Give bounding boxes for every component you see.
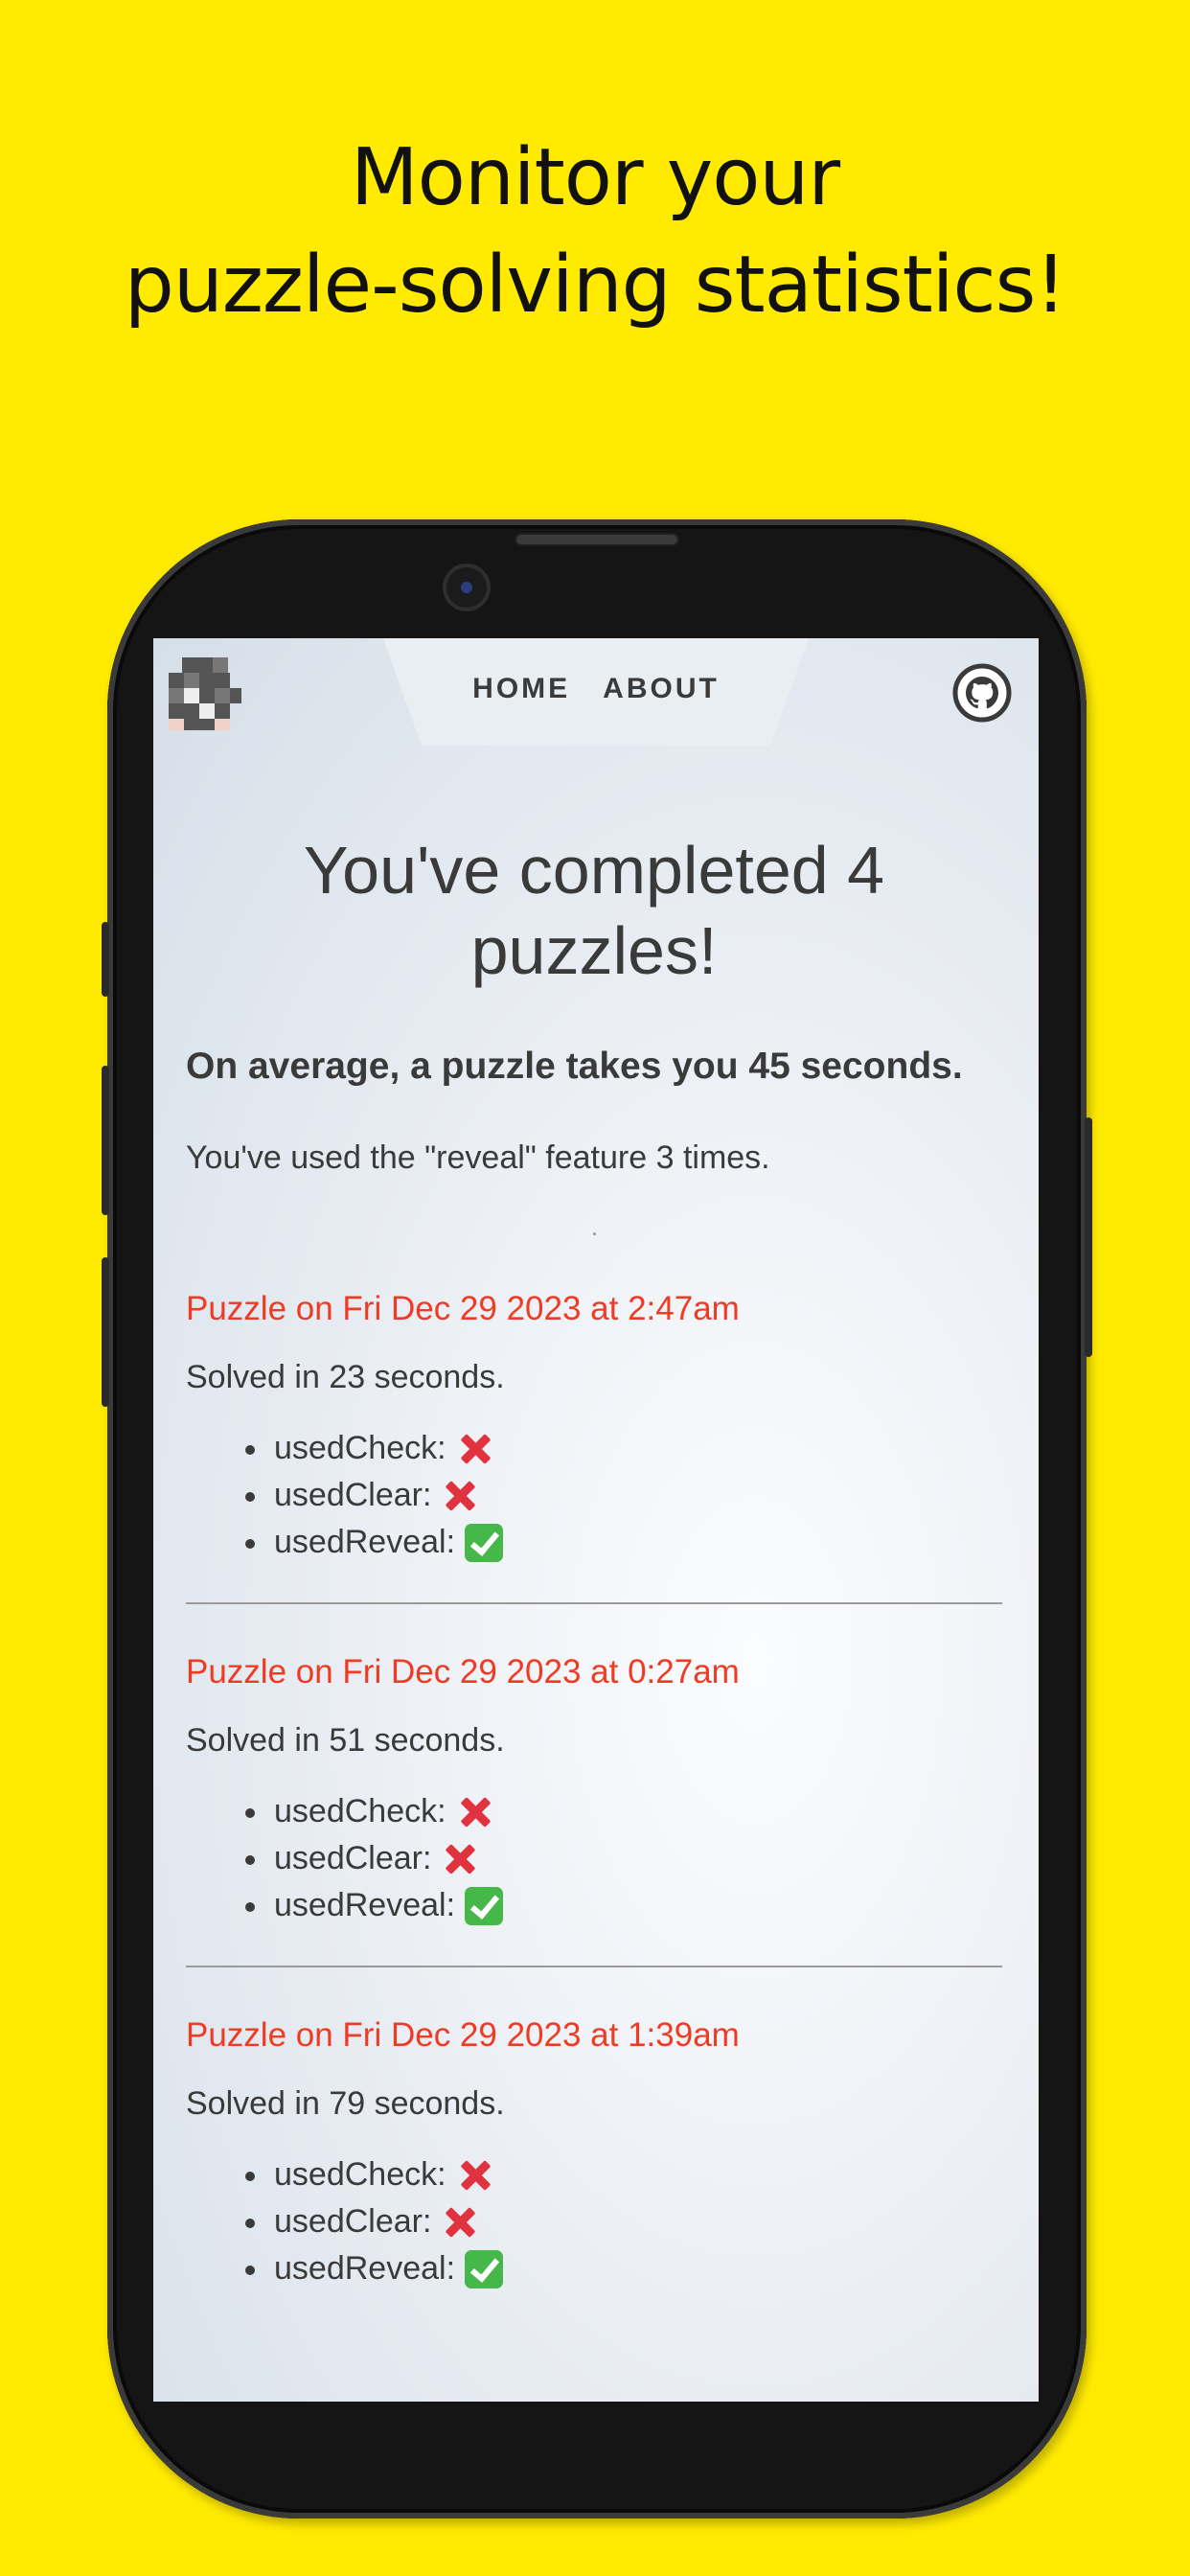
main-nav: HOME ABOUT	[383, 638, 809, 746]
puzzle-solve-time: Solved in 79 seconds.	[186, 2085, 505, 2122]
completed-puzzles-heading: You've completed 4 puzzles!	[186, 830, 1002, 991]
puzzle-history-list: Puzzle on Fri Dec 29 2023 at 2:47am Solv…	[186, 1235, 1002, 2292]
promo-heading: Monitor your puzzle-solving statistics!	[0, 125, 1190, 339]
flag-label: usedReveal:	[274, 1887, 456, 1923]
cross-mark-icon	[456, 1430, 494, 1468]
reveal-usage-text: You've used the "reveal" feature 3 times…	[186, 1139, 770, 1176]
cross-mark-icon	[441, 1840, 479, 1878]
check-mark-icon	[465, 1886, 504, 1925]
flag-item: usedCheck:	[245, 2151, 1002, 2198]
average-time-text: On average, a puzzle takes you 45 second…	[186, 1046, 963, 1087]
cross-mark-icon	[456, 2156, 494, 2195]
flag-item: usedClear:	[245, 1472, 1002, 1519]
promo-heading-line-2: puzzle-solving statistics!	[124, 240, 1066, 331]
puzzle-solve-time: Solved in 23 seconds.	[186, 1359, 505, 1395]
puzzle-flag-list: usedCheck: usedClear: usedReveal:	[186, 1788, 1002, 1929]
nav-about-link[interactable]: ABOUT	[603, 673, 720, 705]
puzzle-title: Puzzle on Fri Dec 29 2023 at 1:39am	[186, 2016, 740, 2054]
phone-mute-switch	[102, 922, 109, 997]
flag-label: usedCheck:	[274, 1793, 446, 1829]
puzzle-title: Puzzle on Fri Dec 29 2023 at 0:27am	[186, 1653, 740, 1690]
flag-label: usedReveal:	[274, 2250, 456, 2287]
crossword-grid-logo-icon[interactable]	[169, 657, 241, 730]
app-screen: HOME ABOUT You've completed 4 puzzles! O…	[153, 638, 1039, 2402]
flag-label: usedClear:	[274, 1477, 432, 1513]
flag-label: usedCheck:	[274, 1430, 446, 1466]
flag-item: usedReveal:	[245, 1882, 1002, 1929]
promo-heading-line-1: Monitor your	[350, 132, 840, 223]
flag-label: usedClear:	[274, 1840, 432, 1876]
puzzle-title: Puzzle on Fri Dec 29 2023 at 2:47am	[186, 1290, 740, 1327]
puzzle-entry: Puzzle on Fri Dec 29 2023 at 1:39am Solv…	[186, 1966, 1002, 2292]
headline-line-1: You've completed 4	[303, 833, 885, 908]
stats-content: You've completed 4 puzzles! On average, …	[186, 830, 1002, 2292]
phone-frame: HOME ABOUT You've completed 4 puzzles! O…	[102, 519, 1092, 2518]
puzzle-flag-list: usedCheck: usedClear: usedReveal:	[186, 2151, 1002, 2292]
check-mark-icon	[465, 1523, 504, 1562]
cross-mark-icon	[441, 2203, 479, 2242]
divider-dot	[592, 1232, 596, 1235]
flag-item: usedCheck:	[245, 1788, 1002, 1835]
phone-volume-down-button	[102, 1257, 109, 1407]
flag-item: usedClear:	[245, 1835, 1002, 1882]
flag-item: usedReveal:	[245, 2245, 1002, 2292]
nav-home-link[interactable]: HOME	[472, 673, 570, 705]
flag-label: usedCheck:	[274, 2156, 446, 2193]
github-icon[interactable]	[952, 663, 1012, 723]
flag-item: usedClear:	[245, 2198, 1002, 2245]
phone-speaker	[515, 533, 679, 546]
flag-label: usedReveal:	[274, 1524, 456, 1560]
headline-line-2: puzzles!	[470, 913, 718, 988]
flag-item: usedCheck:	[245, 1425, 1002, 1472]
puzzle-solve-time: Solved in 51 seconds.	[186, 1722, 505, 1759]
flag-label: usedClear:	[274, 2203, 432, 2240]
flag-item: usedReveal:	[245, 1519, 1002, 1566]
check-mark-icon	[465, 2249, 504, 2288]
front-camera	[443, 564, 491, 611]
cross-mark-icon	[456, 1793, 494, 1831]
puzzle-flag-list: usedCheck: usedClear: usedReveal:	[186, 1425, 1002, 1566]
cross-mark-icon	[441, 1477, 479, 1515]
puzzle-entry: Puzzle on Fri Dec 29 2023 at 2:47am Solv…	[186, 1235, 1002, 1566]
phone-volume-up-button	[102, 1066, 109, 1215]
puzzle-entry: Puzzle on Fri Dec 29 2023 at 0:27am Solv…	[186, 1602, 1002, 1929]
phone-power-button	[1085, 1117, 1092, 1357]
